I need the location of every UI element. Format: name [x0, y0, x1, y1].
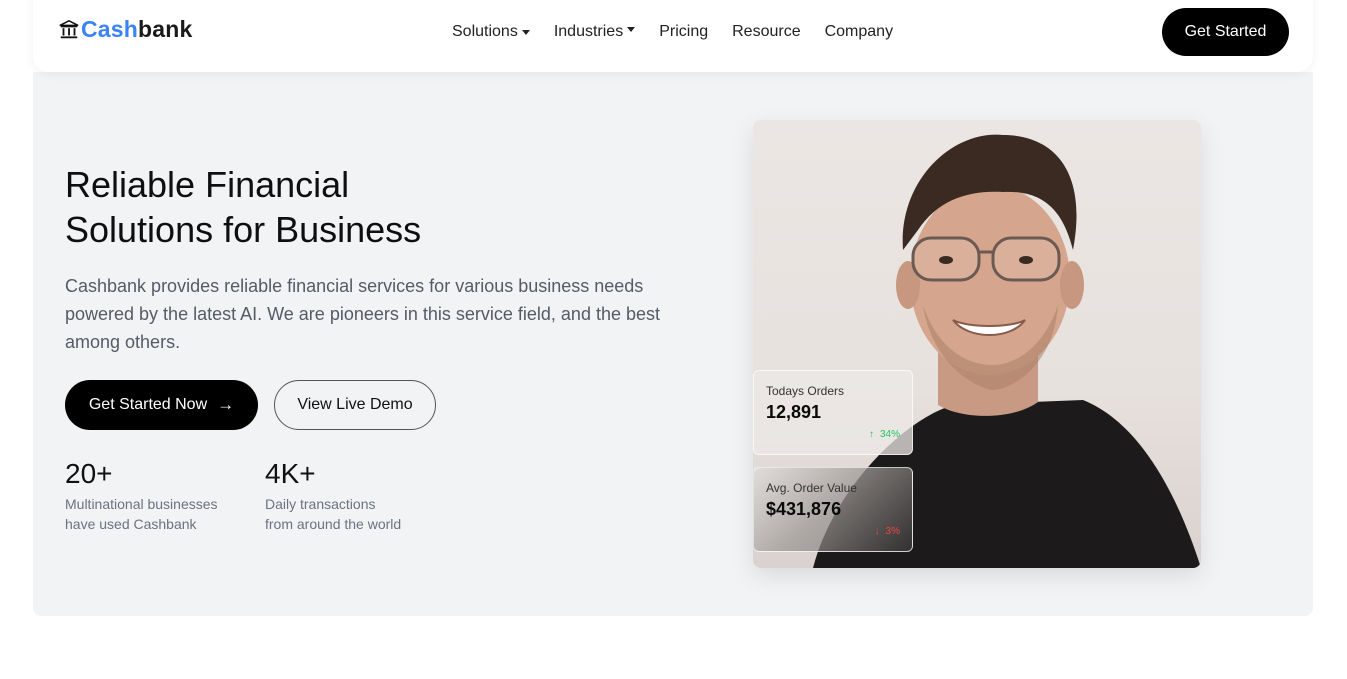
arrow-up-icon: ↑ — [868, 429, 874, 440]
nav-item-solutions[interactable]: Solutions — [452, 23, 530, 41]
hero-section: Reliable Financial Solutions for Busines… — [33, 72, 1313, 616]
brand-name-first: Cash — [81, 16, 139, 42]
stat-value: 20+ — [65, 458, 113, 489]
stat-businesses: 20+ Multinational businesses have used C… — [65, 458, 218, 534]
todays-orders-card: Todays Orders 12,891 ↑ 34% — [753, 370, 913, 455]
nav-item-label: Resource — [732, 23, 801, 40]
avg-order-value-card: Avg. Order Value $431,876 ↓ 3% — [753, 467, 913, 552]
hero-title-line: Reliable Financial — [65, 164, 350, 205]
trend-value: 3% — [885, 526, 900, 537]
stat-transactions: 4K+ Daily transactions from around the w… — [265, 458, 401, 534]
nav-item-label: Pricing — [659, 23, 709, 40]
card-label: Todays Orders — [766, 384, 845, 398]
top-navbar: Cash bank Solutions Industries Pricing Re… — [33, 0, 1313, 72]
card-value: $431,876 — [766, 499, 842, 519]
nav-item-label: Industries — [553, 23, 624, 40]
view-live-demo-button[interactable]: View Live Demo — [274, 380, 436, 430]
stat-value: 4K+ — [265, 458, 316, 489]
brand-name-second: bank — [138, 16, 193, 42]
hero-title: Reliable Financial Solutions for Busines… — [65, 162, 421, 252]
stat-label-line: from around the world — [265, 516, 402, 532]
stat-label: Daily transactions from around the world — [265, 494, 401, 534]
trend-value: 34% — [879, 429, 900, 440]
caret-down-icon — [627, 26, 636, 32]
hero-title-line: Solutions for Business — [65, 209, 422, 250]
stat-label: Multinational businesses have used Cashb… — [65, 494, 218, 534]
card-label: Avg. Order Value — [766, 481, 857, 495]
hero-description: Cashbank provides reliable financial ser… — [65, 276, 661, 352]
main-navigation: Solutions Industries Pricing Resource Co… — [452, 23, 917, 41]
stat-label-line: Multinational businesses — [65, 496, 218, 512]
bank-building-icon — [59, 19, 79, 38]
nav-item-pricing[interactable]: Pricing — [659, 23, 708, 41]
button-label: Get Started Now — [88, 396, 208, 413]
trend-indicator: ↑ 34% — [869, 429, 900, 440]
arrow-down-icon: ↓ — [874, 526, 880, 537]
arrow-right-icon: → — [217, 395, 235, 414]
nav-item-label: Company — [824, 23, 894, 40]
stat-label-line: have used Cashbank — [65, 516, 197, 532]
brand-logo[interactable]: Cash bank — [58, 16, 193, 43]
get-started-now-button[interactable]: Get Started Now → — [65, 380, 258, 430]
nav-item-label: Solutions — [452, 23, 518, 40]
nav-item-company[interactable]: Company — [825, 23, 893, 41]
hero-portrait-image: Todays Orders 12,891 ↑ 34% Avg. Order Va… — [753, 120, 1201, 568]
trend-indicator: ↓ 3% — [875, 526, 900, 537]
nav-item-industries[interactable]: Industries — [553, 23, 636, 41]
nav-item-resource[interactable]: Resource — [732, 23, 800, 41]
caret-down-icon — [521, 29, 530, 35]
card-value: 12,891 — [766, 402, 822, 422]
get-started-button[interactable]: Get Started — [1162, 8, 1289, 56]
stat-label-line: Daily transactions — [265, 496, 376, 512]
